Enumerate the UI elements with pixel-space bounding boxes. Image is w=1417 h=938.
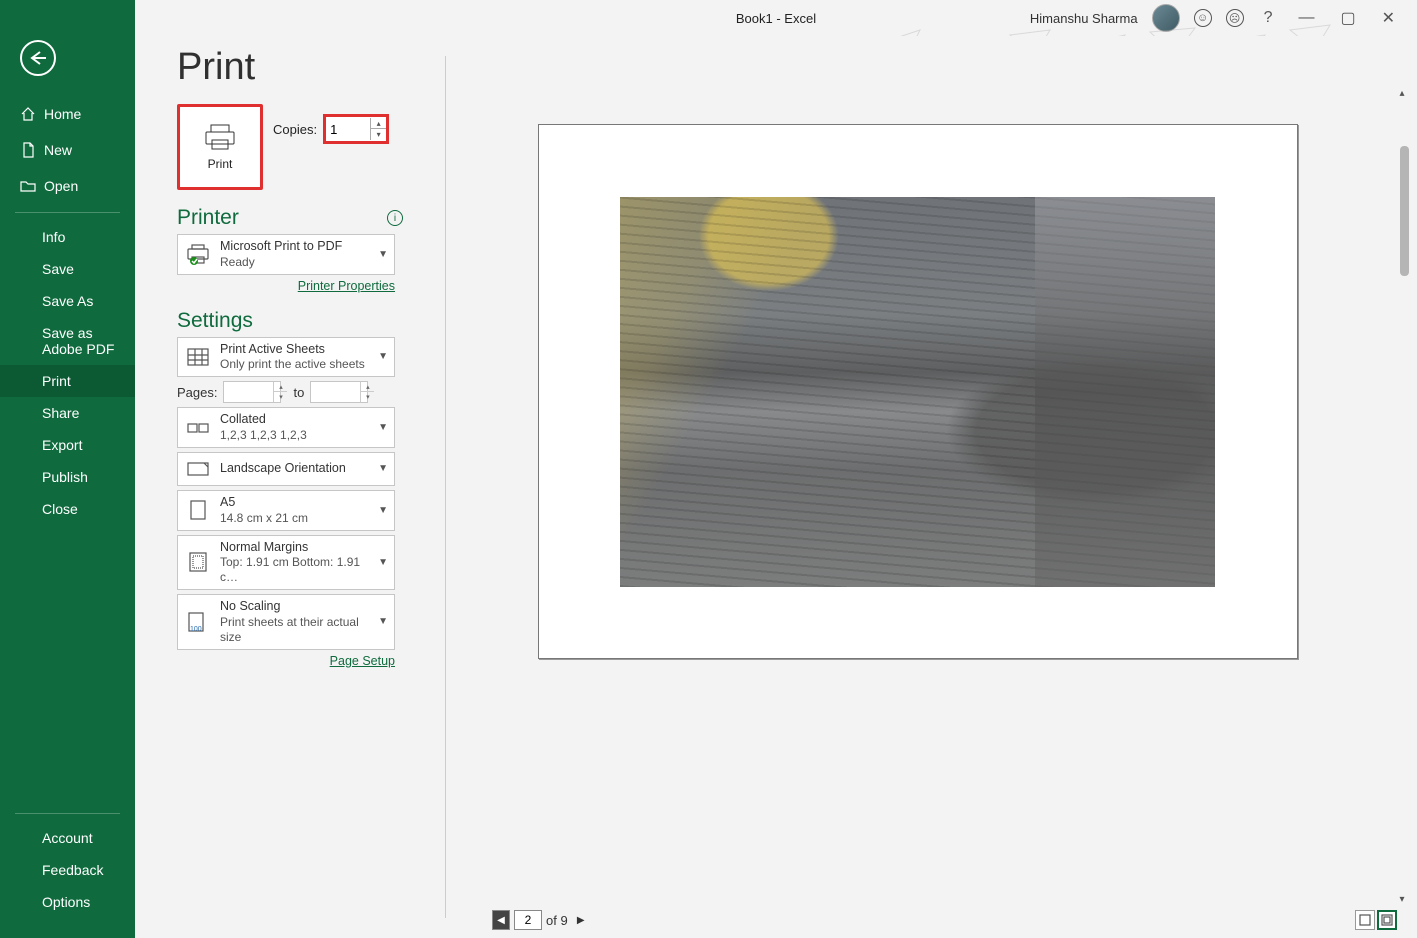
- scrollbar-thumb[interactable]: [1400, 146, 1409, 276]
- chevron-down-icon: ▼: [378, 351, 388, 362]
- copies-label: Copies:: [273, 122, 317, 137]
- copies-field[interactable]: ▴ ▾: [323, 114, 389, 144]
- margins-dropdown[interactable]: Normal Margins Top: 1.91 cm Bottom: 1.91…: [177, 535, 395, 591]
- close-button[interactable]: ✕: [1376, 8, 1401, 28]
- printer-dropdown[interactable]: Microsoft Print to PDF Ready ▼: [177, 234, 395, 275]
- chevron-down-icon: ▼: [378, 249, 388, 260]
- copies-spin-down[interactable]: ▾: [370, 129, 386, 140]
- chevron-down-icon: ▼: [378, 505, 388, 516]
- chevron-down-icon: ▼: [378, 422, 388, 433]
- zoom-to-page-button[interactable]: [1377, 910, 1397, 930]
- chevron-down-icon: ▼: [378, 463, 388, 474]
- sidebar-home[interactable]: Home: [0, 96, 135, 132]
- current-page-input[interactable]: [514, 910, 542, 930]
- collated-icon: [184, 416, 212, 440]
- sidebar-label: Home: [44, 106, 81, 122]
- page-setup-link[interactable]: Page Setup: [177, 654, 395, 668]
- info-icon[interactable]: i: [387, 210, 403, 226]
- sidebar-save-as[interactable]: Save As: [0, 285, 135, 317]
- print-what-dropdown[interactable]: Print Active Sheets Only print the activ…: [177, 337, 395, 378]
- preview-image: [620, 197, 1215, 587]
- print-preview: ▴ ▾: [446, 36, 1417, 938]
- chevron-down-icon: ▼: [378, 557, 388, 568]
- sidebar-new[interactable]: New: [0, 132, 135, 168]
- user-avatar[interactable]: [1152, 4, 1180, 32]
- title-bar: Book1 - Excel Himanshu Sharma ☺ ☹ ? — ▢ …: [135, 0, 1417, 36]
- orientation-icon: [184, 457, 212, 481]
- page-total: of 9: [546, 913, 568, 928]
- settings-heading: Settings: [177, 309, 253, 333]
- print-button-label: Print: [208, 157, 233, 171]
- sidebar-print[interactable]: Print: [0, 365, 135, 397]
- printer-heading: Printer: [177, 206, 239, 230]
- back-button[interactable]: [20, 40, 56, 76]
- pages-label: Pages:: [177, 385, 217, 400]
- vertical-scrollbar[interactable]: ▴ ▾: [1395, 86, 1411, 906]
- scroll-up-icon[interactable]: ▴: [1395, 86, 1409, 100]
- spin-up[interactable]: ▴: [360, 382, 374, 392]
- sidebar-label: New: [44, 142, 72, 158]
- orientation-dropdown[interactable]: Landscape Orientation ▼: [177, 452, 395, 486]
- prev-page-button[interactable]: ◀: [492, 910, 510, 930]
- sidebar-save-adobe[interactable]: Save as Adobe PDF: [0, 317, 135, 365]
- backstage-sidebar: Home New Open Info Save Save As Save as …: [0, 0, 135, 938]
- sidebar-share[interactable]: Share: [0, 397, 135, 429]
- window-title: Book1 - Excel: [736, 11, 816, 26]
- copies-input[interactable]: [326, 120, 370, 139]
- show-margins-button[interactable]: [1355, 910, 1375, 930]
- margins-icon: [184, 550, 212, 574]
- help-button[interactable]: ?: [1258, 9, 1279, 27]
- collated-dropdown[interactable]: Collated 1,2,3 1,2,3 1,2,3 ▼: [177, 407, 395, 448]
- spin-down[interactable]: ▾: [360, 392, 374, 402]
- spin-down[interactable]: ▾: [273, 392, 287, 402]
- svg-text:100: 100: [190, 626, 202, 633]
- paper-size-dropdown[interactable]: A5 14.8 cm x 21 cm ▼: [177, 490, 395, 531]
- scaling-icon: 100: [184, 610, 212, 634]
- sidebar-publish[interactable]: Publish: [0, 461, 135, 493]
- printer-status: Ready: [220, 255, 370, 270]
- user-name[interactable]: Himanshu Sharma: [1030, 11, 1138, 26]
- scaling-dropdown[interactable]: 100 No Scaling Print sheets at their act…: [177, 594, 395, 650]
- sad-face-icon[interactable]: ☹: [1226, 9, 1244, 27]
- preview-page: [538, 124, 1298, 659]
- maximize-button[interactable]: ▢: [1334, 8, 1361, 28]
- printer-name: Microsoft Print to PDF: [220, 239, 370, 255]
- page-title: Print: [177, 46, 445, 89]
- sidebar-save[interactable]: Save: [0, 253, 135, 285]
- print-settings-panel: Print Print Copies: ▴ ▾: [135, 36, 445, 938]
- preview-footer: ◀ of 9 ▶: [472, 902, 1417, 938]
- minimize-button[interactable]: —: [1292, 9, 1320, 27]
- sidebar-separator: [15, 212, 120, 213]
- sidebar-options[interactable]: Options: [0, 886, 135, 918]
- printer-icon: [184, 242, 212, 266]
- sidebar-export[interactable]: Export: [0, 429, 135, 461]
- sidebar-separator: [15, 813, 120, 814]
- chevron-down-icon: ▼: [378, 616, 388, 627]
- printer-properties-link[interactable]: Printer Properties: [177, 279, 395, 293]
- copies-spin-up[interactable]: ▴: [370, 118, 386, 129]
- paper-icon: [184, 498, 212, 522]
- happy-face-icon[interactable]: ☺: [1194, 9, 1212, 27]
- sidebar-close[interactable]: Close: [0, 493, 135, 525]
- sidebar-open[interactable]: Open: [0, 168, 135, 204]
- print-button[interactable]: Print: [177, 104, 263, 190]
- pages-to-label: to: [293, 385, 304, 400]
- spin-up[interactable]: ▴: [273, 382, 287, 392]
- sidebar-label: Open: [44, 178, 78, 194]
- next-page-button[interactable]: ▶: [572, 910, 590, 930]
- sheets-icon: [184, 345, 212, 369]
- sidebar-feedback[interactable]: Feedback: [0, 854, 135, 886]
- sidebar-account[interactable]: Account: [0, 822, 135, 854]
- sidebar-info[interactable]: Info: [0, 221, 135, 253]
